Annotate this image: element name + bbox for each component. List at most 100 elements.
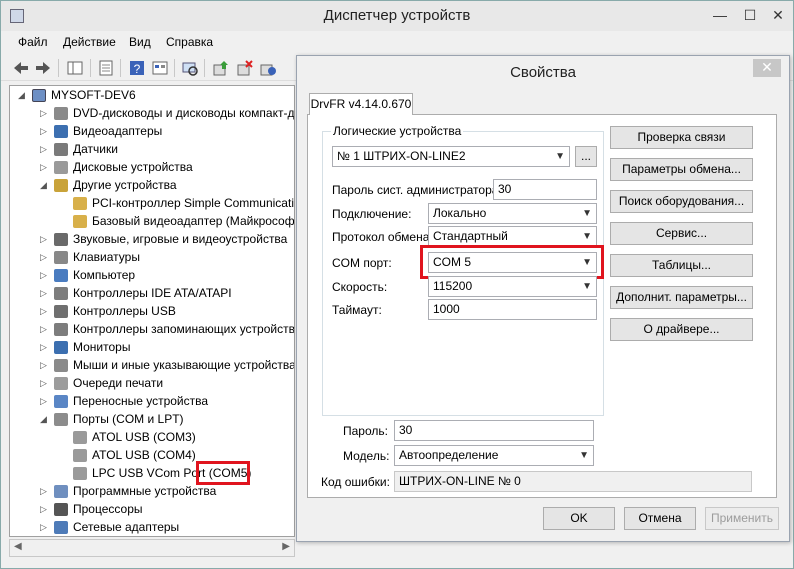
warning-device-icon [73,197,87,210]
tree-item-keyboards[interactable]: ▷ Клавиатуры [10,249,294,267]
tree-item-processors[interactable]: ▷ Процессоры [10,501,294,519]
connection-label: Подключение: [332,207,412,221]
tree-root[interactable]: ◢ MYSOFT-DEV6 [10,87,290,105]
expand-arrow-icon[interactable]: ▷ [40,504,48,514]
expand-arrow-icon[interactable]: ▷ [40,252,48,262]
expand-arrow-icon[interactable]: ▷ [40,342,48,352]
uninstall-device-icon[interactable] [235,58,255,78]
tree-item-print-queues[interactable]: ▷ Очереди печати [10,375,294,393]
maximize-button[interactable]: ☐ [739,6,761,24]
expand-arrow-icon[interactable]: ▷ [40,486,48,496]
storage-controller-icon [54,323,68,336]
back-icon[interactable] [11,58,31,78]
tree-item-atol-com4[interactable]: ATOL USB (COM4) [10,447,294,465]
tables-button[interactable]: Таблицы... [610,254,753,277]
tree-item-lpc-com5[interactable]: LPC USB VCom Port (COM5) [10,465,294,483]
tab-drvfr[interactable]: DrvFR v4.14.0.670 [309,93,413,115]
horizontal-scrollbar[interactable]: ◀ ▶ [9,539,295,557]
connection-select[interactable]: Локально ▼ [428,203,597,224]
tree-item-other-devices[interactable]: ◢ Другие устройства [10,177,294,195]
expand-arrow-icon[interactable]: ▷ [40,288,48,298]
apply-button[interactable]: Применить [705,507,779,530]
tree-item-storage-controllers[interactable]: ▷ Контроллеры запоминающих устройств [10,321,294,339]
tree-item-disk-drives[interactable]: ▷ Дисковые устройства [10,159,294,177]
logical-device-browse-button[interactable]: ... [575,146,597,167]
expand-arrow-icon[interactable]: ▷ [40,324,48,334]
port-icon [73,467,87,480]
device-tree[interactable]: ◢ MYSOFT-DEV6 ▷ DVD-дисководы и дисковод… [9,85,295,537]
search-hardware-button[interactable]: Поиск оборудования... [610,190,753,213]
check-connection-button[interactable]: Проверка связи [610,126,753,149]
title-bar[interactable]: Диспетчер устройств — ☐ ✕ [1,1,793,31]
about-driver-button[interactable]: О драйвере... [610,318,753,341]
tree-item-sensors[interactable]: ▷ Датчики [10,141,294,159]
expand-arrow-icon[interactable]: ▷ [40,522,48,532]
cancel-button[interactable]: Отмена [624,507,696,530]
extra-params-button[interactable]: Дополнит. параметры... [610,286,753,309]
tree-item-monitors[interactable]: ▷ Мониторы [10,339,294,357]
collapse-arrow-icon[interactable]: ◢ [18,90,26,100]
close-button[interactable]: ✕ [767,6,789,24]
svg-text:?: ? [134,62,141,76]
enable-device-icon[interactable] [258,58,278,78]
show-hide-console-tree-icon[interactable] [65,58,85,78]
model-select[interactable]: Автоопределение ▼ [394,445,594,466]
expand-arrow-icon[interactable]: ▷ [40,360,48,370]
tree-item-pci-controller[interactable]: PCI-контроллер Simple Communicati [10,195,294,213]
window-title: Диспетчер устройств [323,7,471,24]
update-driver-icon[interactable] [211,58,231,78]
tree-item-video-adapters[interactable]: ▷ Видеоадаптеры [10,123,294,141]
scroll-left-icon[interactable]: ◀ [14,541,22,552]
tree-item-mice[interactable]: ▷ Мыши и иные указывающие устройства [10,357,294,375]
display-adapter-icon [54,125,68,138]
tree-item-ports[interactable]: ◢ Порты (COM и LPT) [10,411,294,429]
scan-hardware-icon[interactable] [180,58,200,78]
menu-file[interactable]: Файл [18,35,48,49]
sensor-icon [54,143,68,156]
expand-arrow-icon[interactable]: ▷ [40,126,48,136]
expand-arrow-icon[interactable]: ▷ [40,162,48,172]
menu-view[interactable]: Вид [129,35,151,49]
expand-arrow-icon[interactable]: ▷ [40,378,48,388]
service-button[interactable]: Сервис... [610,222,753,245]
timeout-label: Таймаут: [332,303,382,317]
scroll-right-icon[interactable]: ▶ [282,541,290,552]
speed-label: Скорость: [332,280,388,294]
tree-item-dvd[interactable]: ▷ DVD-дисководы и дисководы компакт-ди [10,105,294,123]
expand-arrow-icon[interactable]: ▷ [40,108,48,118]
collapse-arrow-icon[interactable]: ◢ [40,180,48,190]
properties-icon[interactable] [96,58,116,78]
admin-password-field[interactable]: 30 [493,179,597,200]
expand-arrow-icon[interactable]: ▷ [40,270,48,280]
computer-icon [54,269,68,282]
speed-select[interactable]: 115200 ▼ [428,276,597,297]
forward-icon[interactable] [33,58,53,78]
tree-item-usb-controllers[interactable]: ▷ Контроллеры USB [10,303,294,321]
dialog-close-button[interactable]: ✕ [753,59,781,77]
expand-arrow-icon[interactable]: ▷ [40,234,48,244]
password-field[interactable]: 30 [394,420,594,441]
tree-item-portable-devices[interactable]: ▷ Переносные устройства [10,393,294,411]
menu-help[interactable]: Справка [166,35,213,49]
tree-item-network-adapters[interactable]: ▷ Сетевые адаптеры [10,519,294,536]
menu-action[interactable]: Действие [63,35,116,49]
timeout-field[interactable]: 1000 [428,299,597,320]
expand-arrow-icon[interactable]: ▷ [40,396,48,406]
exchange-params-button[interactable]: Параметры обмена... [610,158,753,181]
expand-arrow-icon[interactable]: ▷ [40,144,48,154]
expand-arrow-icon[interactable]: ▷ [40,306,48,316]
tree-item-software-devices[interactable]: ▷ Программные устройства [10,483,294,501]
help-icon[interactable]: ? [127,58,147,78]
logical-device-select[interactable]: № 1 ШТРИХ-ON-LINE2 ▼ [332,146,570,167]
port-icon [73,431,87,444]
collapse-arrow-icon[interactable]: ◢ [40,414,48,424]
tree-item-computer[interactable]: ▷ Компьютер [10,267,294,285]
tree-item-atol-com3[interactable]: ATOL USB (COM3) [10,429,294,447]
tree-item-basic-video-adapter[interactable]: Базовый видеоадаптер (Майкрософт) [10,213,294,231]
tree-item-sound[interactable]: ▷ Звуковые, игровые и видеоустройства [10,231,294,249]
ok-button[interactable]: OK [543,507,615,530]
protocol-select[interactable]: Стандартный ▼ [428,226,597,247]
tree-item-ide-controllers[interactable]: ▷ Контроллеры IDE ATA/ATAPI [10,285,294,303]
minimize-button[interactable]: — [709,6,731,24]
device-view-icon[interactable] [150,58,170,78]
